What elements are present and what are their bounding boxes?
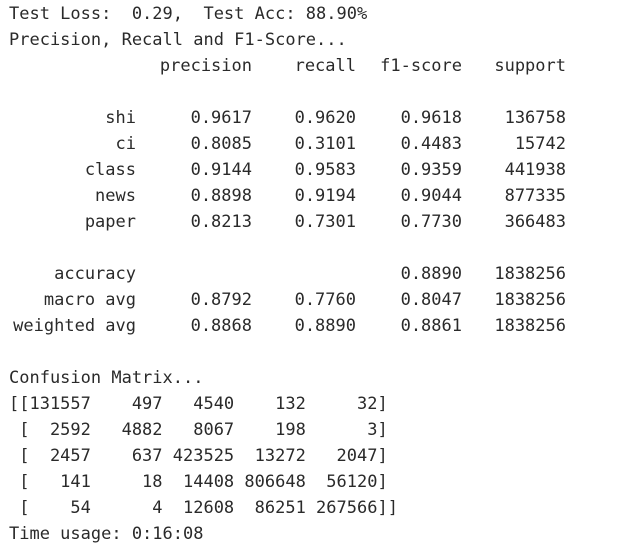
precision-value: 0.8085 [190, 134, 252, 154]
f1-value: 0.7730 [400, 212, 462, 232]
time-usage-line: Time usage: 0:16:08 [9, 524, 204, 544]
support-value: 366483 [504, 212, 566, 232]
row-label: ci [115, 134, 136, 154]
report-row-paper: paper 0.8213 0.7301 0.7730 366483 [0, 209, 622, 235]
report-row-shi: shi 0.9617 0.9620 0.9618 136758 [0, 105, 622, 131]
recall-value: 0.7301 [294, 212, 356, 232]
precision-value: 0.8213 [190, 212, 252, 232]
confusion-matrix-title: Confusion Matrix... [9, 368, 204, 388]
report-title: Precision, Recall and F1-Score... [9, 30, 347, 50]
recall-value: 0.3101 [294, 134, 356, 154]
row-label: class [84, 160, 136, 180]
precision-value: 0.9144 [190, 160, 252, 180]
confusion-matrix-row: [ 2457 637 423525 13272 2047] [9, 446, 388, 466]
confusion-matrix-row: [ 141 18 14408 806648 56120] [9, 472, 388, 492]
precision-value: 0.8868 [190, 316, 252, 336]
confusion-matrix-row: [ 2592 4882 8067 198 3] [9, 420, 388, 440]
recall-value: 0.9620 [294, 108, 356, 128]
confusion-matrix-row: [[131557 497 4540 132 32] [9, 394, 388, 414]
f1-value: 0.4483 [400, 134, 462, 154]
row-label: macro avg [43, 290, 136, 310]
recall-value: 0.9583 [294, 160, 356, 180]
recall-value: 0.9194 [294, 186, 356, 206]
row-label: weighted avg [13, 316, 136, 336]
column-header-precision: precision [159, 56, 252, 76]
column-header-f1-score: f1-score [380, 56, 462, 76]
support-value: 15742 [514, 134, 566, 154]
report-row-macro-avg: macro avg 0.8792 0.7760 0.8047 1838256 [0, 287, 622, 313]
report-row-weighted-avg: weighted avg 0.8868 0.8890 0.8861 183825… [0, 313, 622, 339]
report-row-ci: ci 0.8085 0.3101 0.4483 15742 [0, 131, 622, 157]
support-value: 877335 [504, 186, 566, 206]
recall-value: 0.8890 [294, 316, 356, 336]
support-value: 1838256 [494, 316, 566, 336]
support-value: 1838256 [494, 264, 566, 284]
f1-value: 0.9044 [400, 186, 462, 206]
row-label: paper [84, 212, 136, 232]
report-row-news: news 0.8898 0.9194 0.9044 877335 [0, 183, 622, 209]
report-header-row: precision recall f1-score support [0, 53, 622, 79]
f1-value: 0.9359 [400, 160, 462, 180]
f1-value: 0.8047 [400, 290, 462, 310]
test-metrics-line: Test Loss: 0.29, Test Acc: 88.90% [9, 4, 368, 24]
recall-value: 0.7760 [294, 290, 356, 310]
report-row-class: class 0.9144 0.9583 0.9359 441938 [0, 157, 622, 183]
precision-value: 0.8898 [190, 186, 252, 206]
f1-value: 0.8890 [400, 264, 462, 284]
report-row-accuracy: accuracy 0.8890 1838256 [0, 261, 622, 287]
support-value: 441938 [504, 160, 566, 180]
column-header-support: support [494, 56, 566, 76]
support-value: 1838256 [494, 290, 566, 310]
f1-value: 0.9618 [400, 108, 462, 128]
console-output: Test Loss: 0.29, Test Acc: 88.90% Precis… [0, 0, 622, 556]
precision-value: 0.9617 [190, 108, 252, 128]
row-label: accuracy [54, 264, 136, 284]
support-value: 136758 [504, 108, 566, 128]
confusion-matrix-row: [ 54 4 12608 86251 267566]] [9, 498, 398, 518]
f1-value: 0.8861 [400, 316, 462, 336]
row-label: shi [105, 108, 136, 128]
column-header-recall: recall [294, 56, 356, 76]
precision-value: 0.8792 [190, 290, 252, 310]
row-label: news [95, 186, 136, 206]
